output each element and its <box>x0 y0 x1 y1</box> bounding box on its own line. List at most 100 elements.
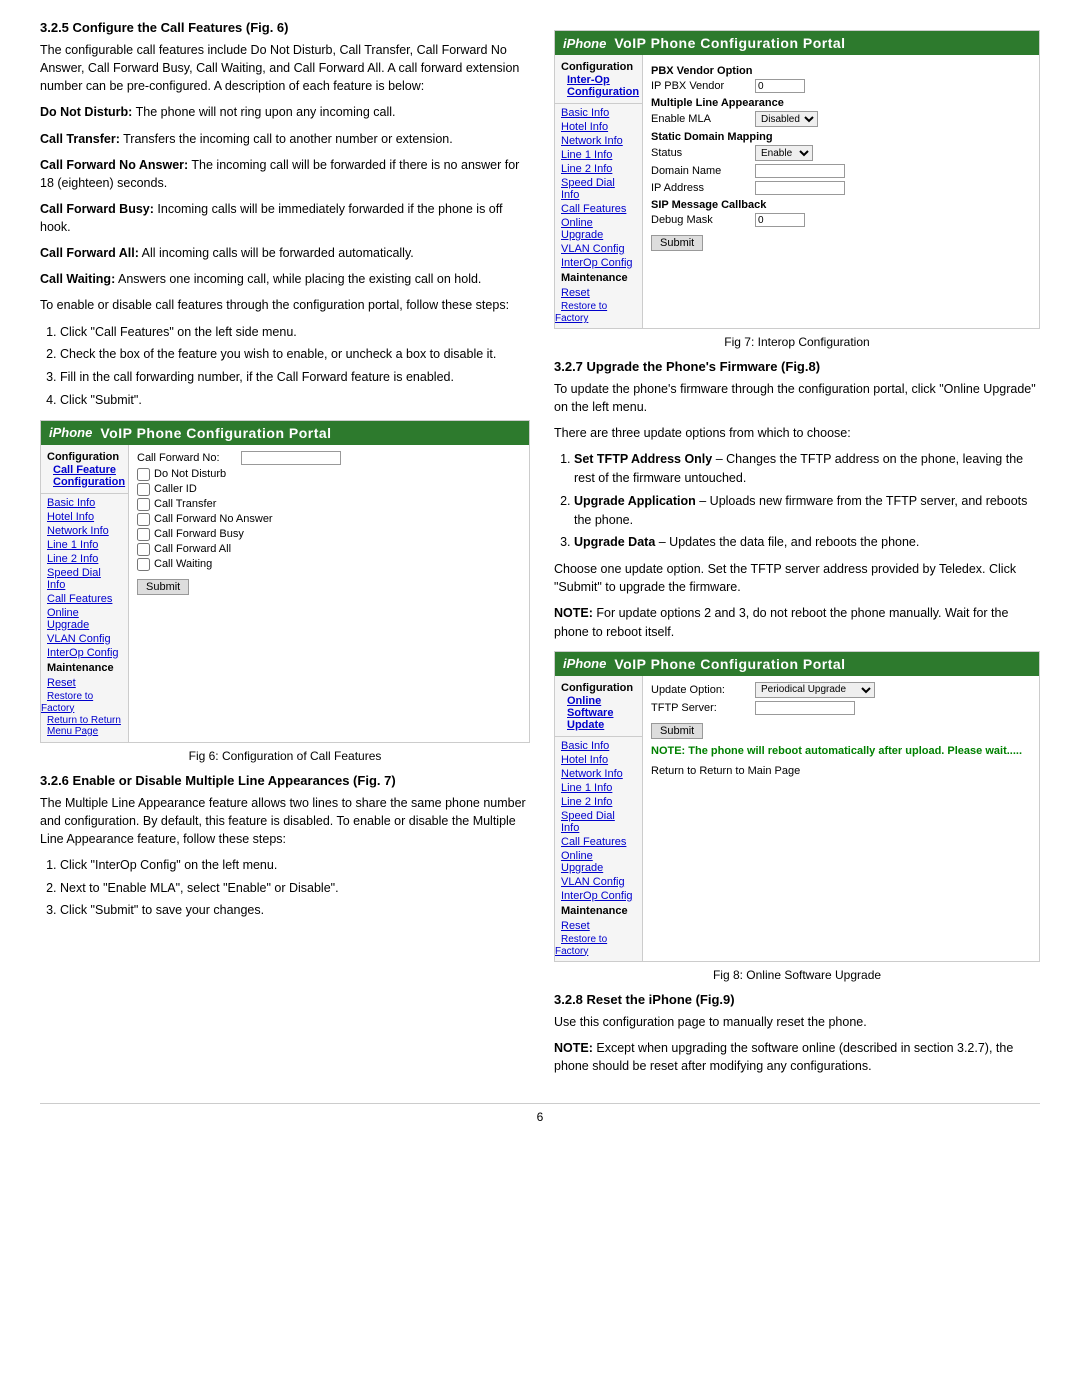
nav8-restore[interactable]: Restore to Factory <box>555 933 607 958</box>
nav7-restore[interactable]: Restore to Factory <box>555 300 607 325</box>
nav-reset[interactable]: Reset <box>41 676 128 690</box>
feature-dnd: Do Not Disturb: The phone will not ring … <box>40 103 530 121</box>
submit-btn-fig8[interactable]: Submit <box>651 723 703 739</box>
nav7-interop-config[interactable]: InterOp Config <box>555 256 642 270</box>
nav-online-upgrade[interactable]: Online Upgrade <box>41 606 128 632</box>
domain-name-label: Domain Name <box>651 165 751 177</box>
fig8-caption: Fig 8: Online Software Upgrade <box>554 968 1040 982</box>
nav-line2-info[interactable]: Line 2 Info <box>41 552 128 566</box>
step-4: Click "Submit". <box>60 391 530 410</box>
portal-fig6: iPhone VoIP Phone Configuration Portal C… <box>40 420 530 743</box>
portal-fig6-logo: iPhone <box>49 425 92 440</box>
feature-cw: Call Waiting: Answers one incoming call,… <box>40 270 530 288</box>
step-326-3: Click "Submit" to save your changes. <box>60 901 530 920</box>
chk-cfna-input[interactable] <box>137 513 150 526</box>
portal-fig8-nav: Configuration Online Software Update Bas… <box>555 676 643 961</box>
chk-cfb: Call Forward Busy <box>137 528 521 541</box>
ip-address-row: IP Address <box>651 181 1031 195</box>
return-main-link[interactable]: Return to Main Page <box>699 765 800 777</box>
nav-speed-dial[interactable]: Speed Dial Info <box>41 566 128 592</box>
portal-fig8: iPhone VoIP Phone Configuration Portal C… <box>554 651 1040 962</box>
step-3: Fill in the call forwarding number, if t… <box>60 368 530 387</box>
option-1: Set TFTP Address Only – Changes the TFTP… <box>574 450 1040 488</box>
nav7-vlan-config[interactable]: VLAN Config <box>555 242 642 256</box>
nav-return[interactable]: Return to Return Menu Page <box>41 714 128 738</box>
chk-dnd: Do Not Disturb <box>137 468 521 481</box>
portal-fig6-config-link[interactable]: Call Feature Configuration <box>47 463 122 489</box>
status-select[interactable]: Enable Disable <box>755 145 813 161</box>
nav8-call-features[interactable]: Call Features <box>555 835 642 849</box>
chk-cfb-input[interactable] <box>137 528 150 541</box>
fig7-caption: Fig 7: Interop Configuration <box>554 335 1040 349</box>
chk-dnd-input[interactable] <box>137 468 150 481</box>
nav-call-features[interactable]: Call Features <box>41 592 128 606</box>
chk-cw-label: Call Waiting <box>154 558 212 570</box>
mla-heading: Multiple Line Appearance <box>651 97 1031 109</box>
nav-basic-info[interactable]: Basic Info <box>41 496 128 510</box>
portal-fig8-config-link[interactable]: Online Software Update <box>561 694 636 732</box>
nav-hotel-info[interactable]: Hotel Info <box>41 510 128 524</box>
section-328-note: NOTE: Except when upgrading the software… <box>554 1039 1040 1075</box>
steps-list-325: Click "Call Features" on the left side m… <box>60 323 530 410</box>
nav-network-info[interactable]: Network Info <box>41 524 128 538</box>
nav8-network-info[interactable]: Network Info <box>555 767 642 781</box>
chk-cw-input[interactable] <box>137 558 150 571</box>
nav-line1-info[interactable]: Line 1 Info <box>41 538 128 552</box>
return-link-row: Return to Return to Main Page <box>651 765 1031 777</box>
debug-mask-label: Debug Mask <box>651 214 751 226</box>
portal-fig7-content: PBX Vendor Option IP PBX Vendor Multiple… <box>643 55 1039 328</box>
portal-fig7-body: Configuration Inter-Op Configuration Bas… <box>555 55 1039 328</box>
nav7-speed-dial[interactable]: Speed Dial Info <box>555 176 642 202</box>
sip-message-heading: SIP Message Callback <box>651 199 1031 211</box>
nav7-reset[interactable]: Reset <box>555 286 642 300</box>
nav7-line2-info[interactable]: Line 2 Info <box>555 162 642 176</box>
fig6-caption: Fig 6: Configuration of Call Features <box>40 749 530 763</box>
feature-cfb: Call Forward Busy: Incoming calls will b… <box>40 200 530 236</box>
chk-callerid-input[interactable] <box>137 483 150 496</box>
section-327-heading: 3.2.7 Upgrade the Phone's Firmware (Fig.… <box>554 359 1040 374</box>
submit-row-fig7: Submit <box>651 231 1031 251</box>
portal-fig6-header: iPhone VoIP Phone Configuration Portal <box>41 421 529 445</box>
portal-fig7-config-link[interactable]: Inter-Op Configuration <box>561 73 636 99</box>
update-option-select[interactable]: Periodical Upgrade Set TFTP Address Only… <box>755 682 875 698</box>
nav8-reset[interactable]: Reset <box>555 919 642 933</box>
nav7-call-features[interactable]: Call Features <box>555 202 642 216</box>
nav7-hotel-info[interactable]: Hotel Info <box>555 120 642 134</box>
call-forward-no-input[interactable] <box>241 451 341 465</box>
nav8-speed-dial[interactable]: Speed Dial Info <box>555 809 642 835</box>
section-325-heading: 3.2.5 Configure the Call Features (Fig. … <box>40 20 530 35</box>
nav-vlan-config[interactable]: VLAN Config <box>41 632 128 646</box>
tftp-server-input[interactable] <box>755 701 855 715</box>
enable-mla-select[interactable]: Disabled Enabled <box>755 111 818 127</box>
nav7-network-info[interactable]: Network Info <box>555 134 642 148</box>
ip-address-input[interactable] <box>755 181 845 195</box>
nav8-line2-info[interactable]: Line 2 Info <box>555 795 642 809</box>
chk-callerid: Caller ID <box>137 483 521 496</box>
return-to-label: Return to <box>651 765 699 777</box>
submit-btn-fig6[interactable]: Submit <box>137 579 189 595</box>
nav-restore[interactable]: Restore to Factory <box>41 690 93 715</box>
nav8-vlan-config[interactable]: VLAN Config <box>555 875 642 889</box>
feature-transfer: Call Transfer: Transfers the incoming ca… <box>40 130 530 148</box>
chk-transfer: Call Transfer <box>137 498 521 511</box>
nav7-basic-info[interactable]: Basic Info <box>555 106 642 120</box>
fig8-note: NOTE: The phone will reboot automaticall… <box>651 745 1031 757</box>
nav7-online-upgrade[interactable]: Online Upgrade <box>555 216 642 242</box>
nav8-line1-info[interactable]: Line 1 Info <box>555 781 642 795</box>
left-column: 3.2.5 Configure the Call Features (Fig. … <box>40 20 530 1083</box>
nav7-line1-info[interactable]: Line 1 Info <box>555 148 642 162</box>
nav8-interop-config[interactable]: InterOp Config <box>555 889 642 903</box>
nav8-online-upgrade[interactable]: Online Upgrade <box>555 849 642 875</box>
nav8-hotel-info[interactable]: Hotel Info <box>555 753 642 767</box>
submit-btn-fig7[interactable]: Submit <box>651 235 703 251</box>
static-domain-heading: Static Domain Mapping <box>651 131 1031 143</box>
nav8-basic-info[interactable]: Basic Info <box>555 739 642 753</box>
domain-name-input[interactable] <box>755 164 845 178</box>
chk-cfall-input[interactable] <box>137 543 150 556</box>
chk-cfna-label: Call Forward No Answer <box>154 513 273 525</box>
ip-pbx-vendor-input[interactable] <box>755 79 805 93</box>
chk-cfall-label: Call Forward All <box>154 543 231 555</box>
debug-mask-input[interactable] <box>755 213 805 227</box>
nav-interop-config[interactable]: InterOp Config <box>41 646 128 660</box>
chk-transfer-input[interactable] <box>137 498 150 511</box>
